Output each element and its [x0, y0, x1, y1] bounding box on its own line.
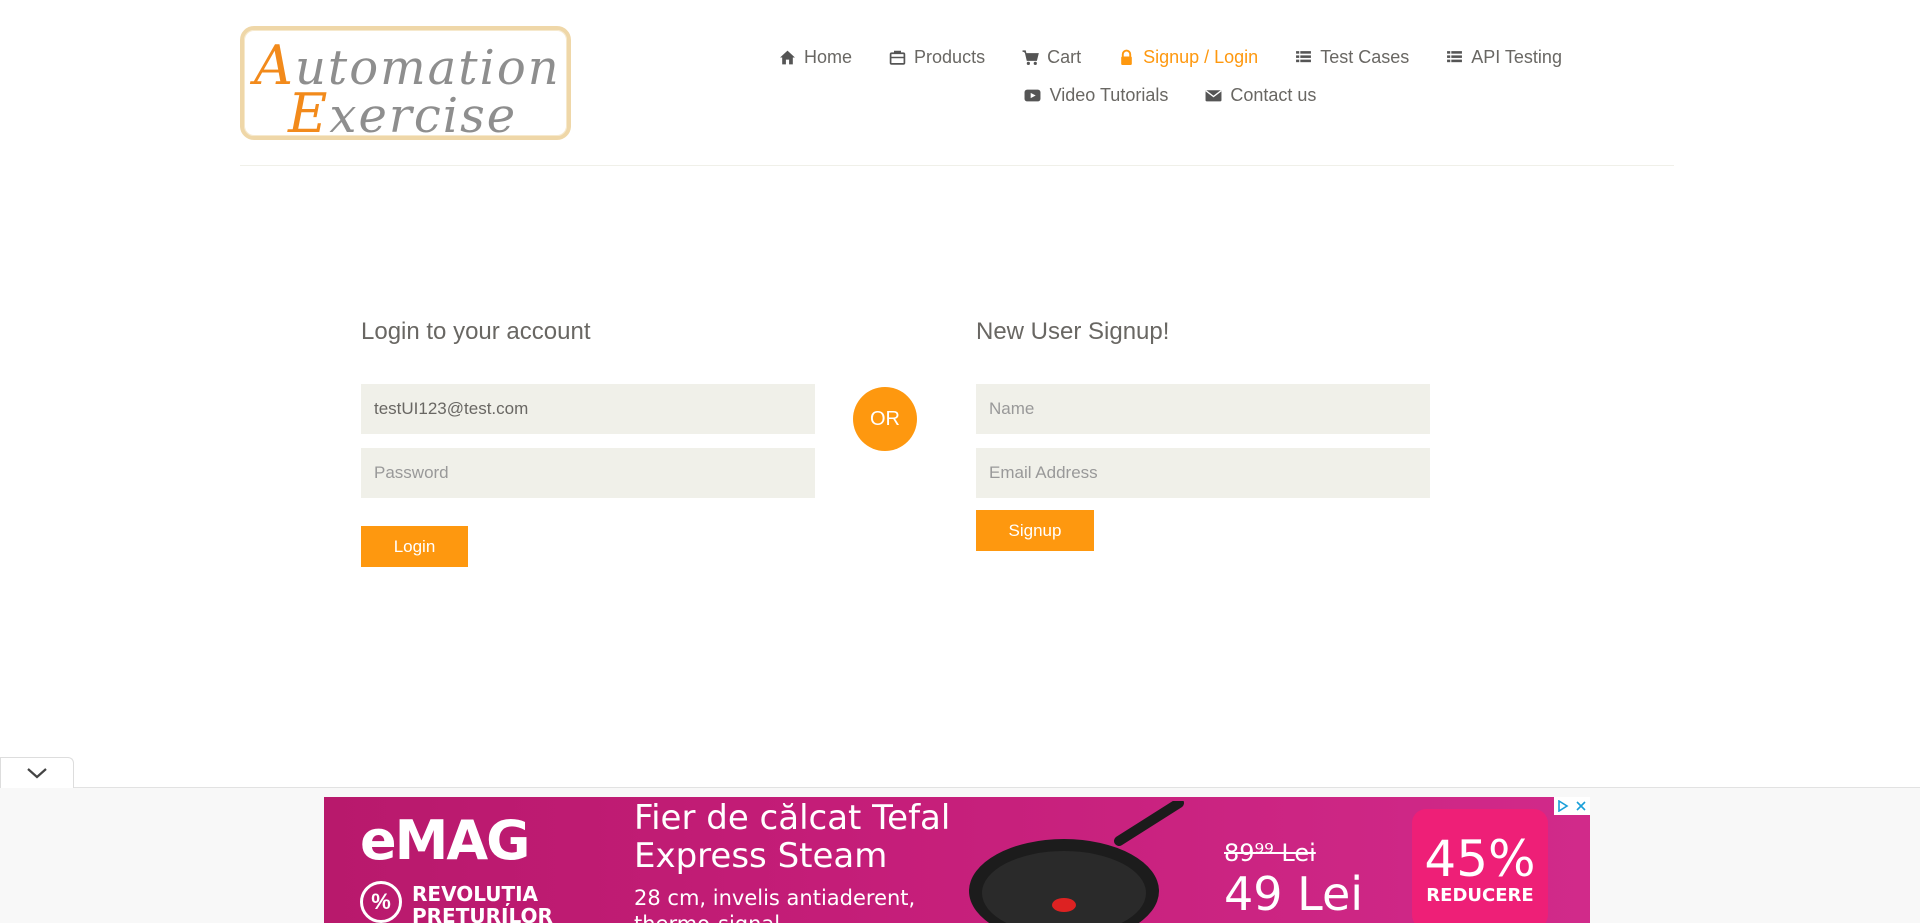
ad-close-icon[interactable]: [1572, 797, 1590, 815]
ad-brand: eMAG: [360, 809, 530, 872]
frying-pan-image: [969, 801, 1184, 923]
login-button[interactable]: Login: [361, 526, 468, 567]
nav-item-label: Test Cases: [1320, 46, 1410, 67]
nav-row-1: Home Products Cart Signup / Login Test Cases…: [740, 38, 1600, 76]
percent-icon: %: [360, 881, 402, 923]
nav-video-tutorials[interactable]: Video Tutorials: [1024, 84, 1169, 106]
signup-title: New User Signup!: [976, 318, 1170, 345]
list-icon: [1294, 48, 1312, 66]
login-password-input[interactable]: [361, 448, 815, 498]
ad-collapse-toggle[interactable]: [0, 757, 74, 788]
products-icon: [888, 48, 906, 66]
home-icon: [778, 48, 796, 66]
nav-contact-us[interactable]: Contact us: [1204, 85, 1316, 106]
header-divider: [240, 165, 1674, 166]
adchoices-icon[interactable]: [1554, 797, 1572, 815]
main-nav: Home Products Cart Signup / Login Test Cases…: [740, 38, 1600, 114]
nav-row-2: Video Tutorials Contact us: [740, 76, 1600, 114]
video-icon: [1024, 86, 1042, 104]
nav-item-label: Cart: [1047, 46, 1082, 67]
ad-headline: Fier de călcat Tefal Express Steam: [634, 798, 951, 876]
signup-name-input[interactable]: [976, 384, 1430, 434]
login-email-input[interactable]: [361, 384, 815, 434]
lock-icon: [1117, 48, 1135, 66]
chevron-down-icon: [27, 768, 47, 779]
nav-item-label: Video Tutorials: [1049, 84, 1169, 105]
signup-email-input[interactable]: [976, 448, 1430, 498]
cart-icon: [1021, 48, 1039, 66]
signup-button[interactable]: Signup: [976, 510, 1094, 551]
ad-banner[interactable]: eMAG % REVOLUȚIA PREȚURILOR Fier de călc…: [324, 797, 1590, 923]
nav-item-label: Contact us: [1230, 84, 1317, 105]
ad-subtitle: 28 cm, invelis antiaderent, thermo-signa…: [634, 886, 916, 923]
nav-products[interactable]: Products: [888, 47, 985, 68]
nav-home[interactable]: Home: [778, 47, 852, 68]
nav-signup-login[interactable]: Signup / Login: [1117, 47, 1258, 68]
nav-item-label: Home: [804, 46, 853, 67]
nav-cart[interactable]: Cart: [1021, 47, 1081, 68]
nav-item-label: Signup / Login: [1143, 46, 1259, 67]
ad-tagline: REVOLUȚIA PREȚURILOR: [412, 882, 553, 923]
envelope-icon: [1204, 86, 1222, 104]
login-title: Login to your account: [361, 318, 591, 345]
nav-item-label: API Testing: [1471, 46, 1562, 67]
list-icon: [1445, 48, 1463, 66]
ad-old-price: 89⁹⁹ Lei: [1224, 839, 1316, 867]
or-divider: OR: [853, 387, 917, 451]
nav-item-label: Products: [914, 46, 986, 67]
ad-new-price: 49 Lei: [1224, 867, 1364, 921]
site-logo[interactable]: Automation Exercise: [240, 26, 571, 145]
ad-discount-badge: 45% REDUCERE: [1412, 809, 1548, 923]
logo-line-2: Exercise: [288, 82, 518, 145]
ad-bar-divider: [74, 787, 1920, 788]
nav-test-cases[interactable]: Test Cases: [1294, 47, 1409, 68]
nav-api-testing[interactable]: API Testing: [1445, 47, 1562, 68]
